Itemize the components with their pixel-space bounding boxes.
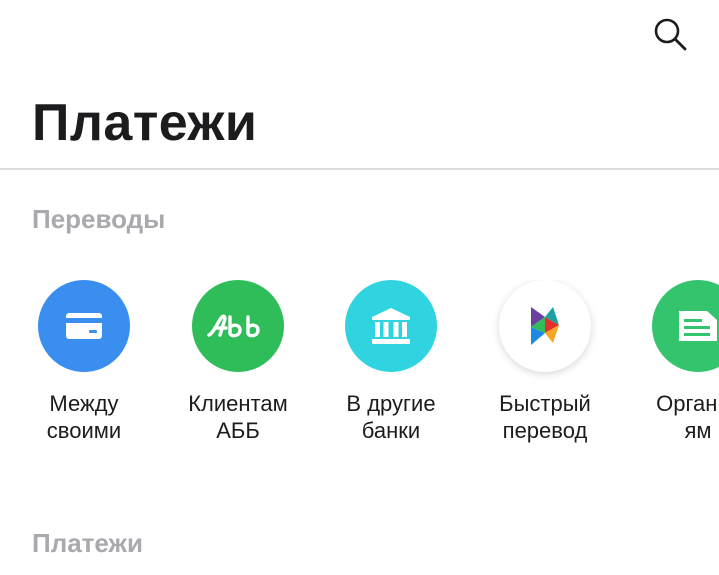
section-title-transfers: Переводы — [32, 204, 166, 234]
transfer-icon-circle — [499, 280, 591, 372]
transfer-label: В другие банки — [346, 391, 436, 443]
document-icon — [679, 311, 717, 341]
transfer-label: Клиентам АББ — [188, 391, 288, 443]
transfer-icon-circle — [345, 280, 437, 372]
card-icon — [66, 313, 102, 339]
transfer-fast[interactable]: Быстрый перевод — [470, 280, 620, 444]
transfer-label: Между своими — [46, 391, 122, 443]
page-title: Платежи — [32, 94, 258, 152]
search-button[interactable] — [650, 16, 690, 56]
transfer-label: Организ ям — [656, 391, 719, 443]
transfer-icon-circle — [652, 280, 719, 372]
header-divider — [0, 168, 719, 170]
transfers-row[interactable]: Между своими Клиентам АББ В другие банки — [0, 280, 719, 460]
fast-transfer-icon — [531, 307, 559, 345]
transfer-between-own[interactable]: Между своими — [9, 280, 159, 444]
transfer-organizations[interactable]: Организ ям — [623, 280, 719, 444]
transfer-other-banks[interactable]: В другие банки — [316, 280, 466, 444]
transfer-icon-circle — [38, 280, 130, 372]
search-icon — [653, 17, 687, 56]
abb-logo-icon — [207, 314, 260, 338]
transfer-label: Быстрый перевод — [499, 391, 591, 443]
bank-building-icon — [372, 308, 410, 344]
transfer-icon-circle — [192, 280, 284, 372]
section-title-payments: Платежи — [32, 528, 143, 558]
transfer-abb-clients[interactable]: Клиентам АББ — [163, 280, 313, 444]
